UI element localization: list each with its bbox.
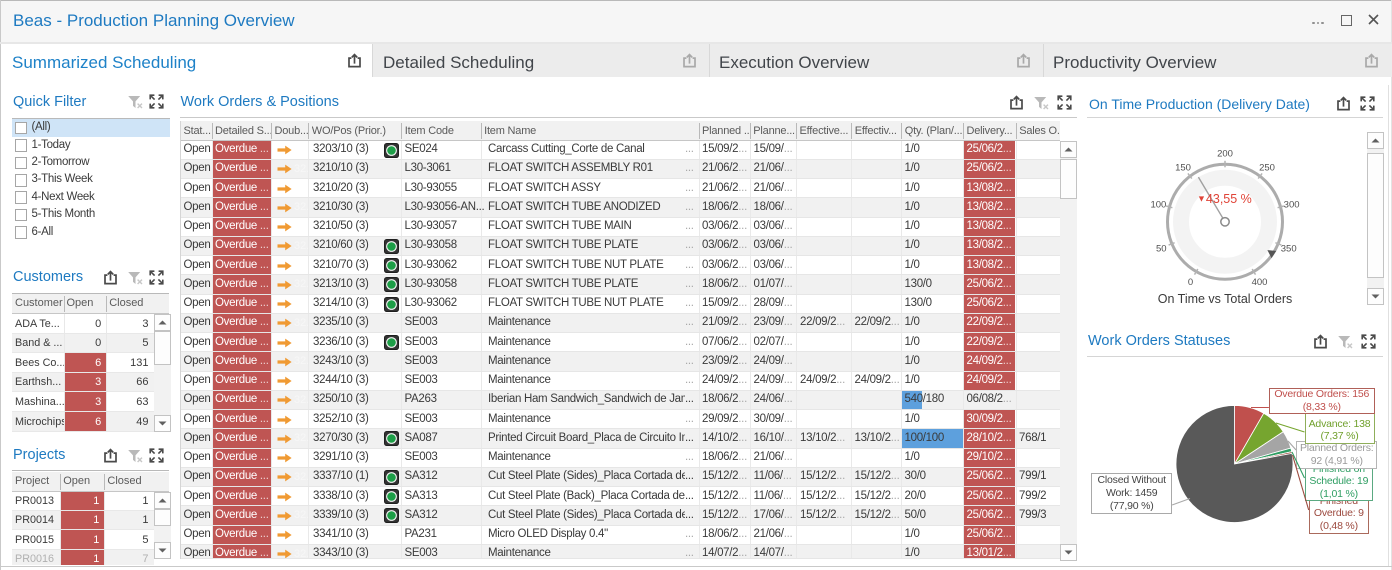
svg-text:0: 0 — [1188, 277, 1193, 288]
svg-text:300: 300 — [1284, 199, 1300, 210]
svg-text:250: 250 — [1259, 163, 1275, 174]
svg-text:150: 150 — [1175, 163, 1191, 174]
svg-text:100: 100 — [1150, 199, 1166, 210]
svg-text:350: 350 — [1281, 244, 1297, 255]
svg-text:50: 50 — [1156, 244, 1167, 255]
svg-text:400: 400 — [1252, 277, 1268, 288]
svg-text:200: 200 — [1217, 148, 1233, 159]
